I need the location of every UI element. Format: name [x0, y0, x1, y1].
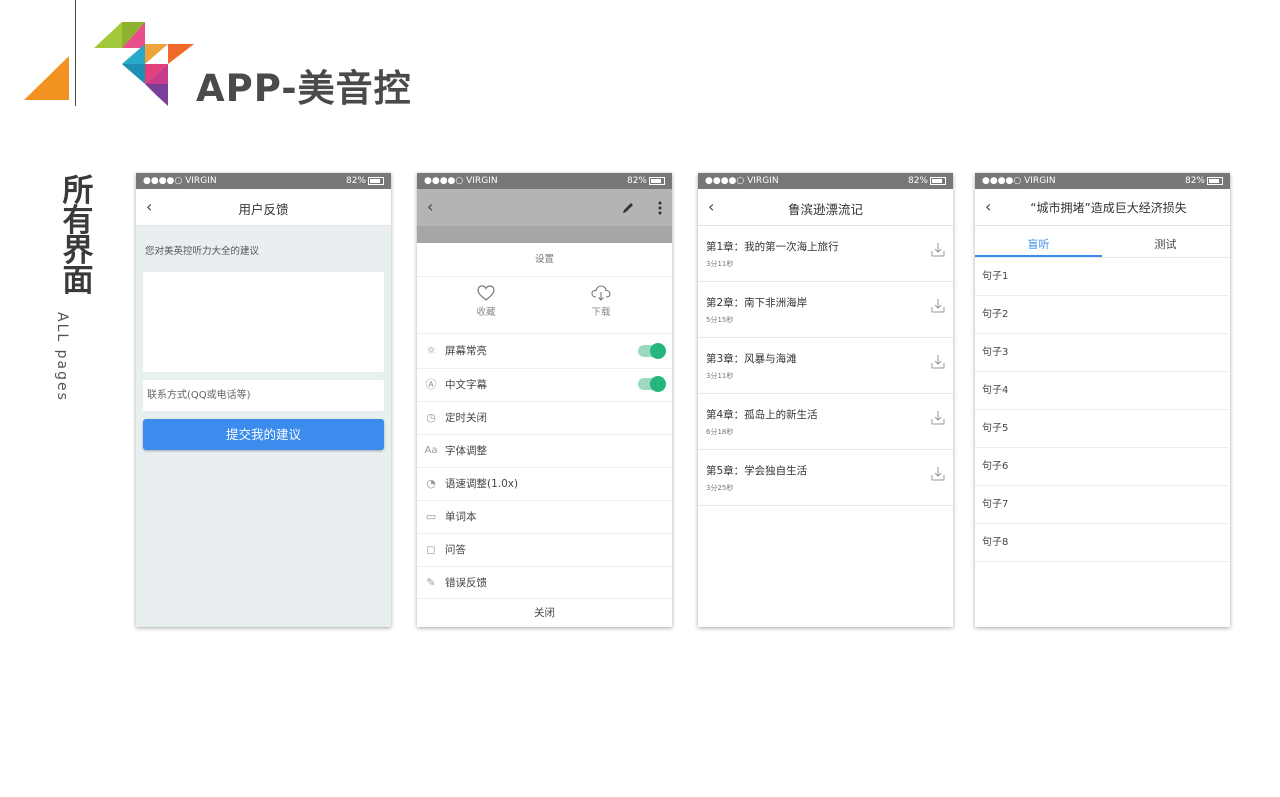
- phone-settings-screen: ●●●●○ VIRGIN 82% ‹ 设置 收藏 下载 ☼ 屏幕常亮 Ⓐ 中文字…: [417, 173, 672, 627]
- logo-icon: [24, 22, 194, 106]
- settings-row-screen-on[interactable]: ☼ 屏幕常亮: [417, 334, 672, 369]
- sentence-list: 句子1 句子2 句子3 句子4 句子5 句子6 句子7 句子8: [975, 258, 1230, 562]
- screen-title: “城市拥堵”造成巨大经济损失: [1030, 201, 1187, 215]
- settings-row-wordbook[interactable]: ▭ 单词本: [417, 501, 672, 534]
- list-item[interactable]: 句子7: [975, 486, 1228, 524]
- favorite-label: 收藏: [476, 307, 496, 318]
- download-button[interactable]: 下载: [561, 285, 641, 318]
- notebook-icon: ▭: [425, 510, 437, 523]
- list-item[interactable]: 句子5: [975, 410, 1228, 448]
- nav-bar: ‹ “城市拥堵”造成巨大经济损失: [975, 189, 1230, 226]
- chapter-item[interactable]: 第3章：风暴与海滩 3分11秒: [698, 338, 953, 394]
- download-label: 下载: [591, 307, 611, 318]
- back-icon[interactable]: ‹: [427, 197, 433, 216]
- chapter-item[interactable]: 第2章：南下非洲海岸 5分15秒: [698, 282, 953, 338]
- download-icon[interactable]: [931, 242, 945, 257]
- report-icon: ✎: [426, 576, 436, 589]
- carrier-label: ●●●●○ VIRGIN: [143, 176, 217, 186]
- screen-on-toggle[interactable]: [638, 343, 666, 359]
- screen-title: 鲁滨逊漂流记: [787, 202, 863, 217]
- list-item[interactable]: 句子8: [975, 524, 1228, 562]
- clock-icon: ◷: [426, 411, 436, 424]
- phone-feedback-screen: ●●●●○ VIRGIN 82% ‹ 用户反馈 您对美英控听力大全的建议 联系方…: [136, 173, 391, 627]
- download-icon[interactable]: [931, 410, 945, 425]
- battery-indicator: 82%: [346, 173, 384, 189]
- chapter-list: 第1章：我的第一次海上旅行 3分11秒 第2章：南下非洲海岸 5分15秒 第3章…: [698, 226, 953, 506]
- submit-button[interactable]: 提交我的建议: [143, 419, 384, 450]
- screen-title: 用户反馈: [238, 202, 289, 217]
- list-item[interactable]: 句子4: [975, 372, 1228, 410]
- tab-bar: 盲听 测试: [975, 226, 1230, 258]
- feedback-prompt: 您对美英控听力大全的建议: [145, 246, 260, 257]
- nav-bar: ‹ 鲁滨逊漂流记: [698, 189, 953, 226]
- section-title: 所有界面: [62, 173, 94, 299]
- settings-row-report[interactable]: ✎ 错误反馈: [417, 567, 672, 599]
- contact-field[interactable]: 联系方式(QQ或电话等): [143, 380, 384, 411]
- sun-icon: ☼: [426, 344, 436, 357]
- phone-sentences-screen: ●●●●○ VIRGIN 82% ‹ “城市拥堵”造成巨大经济损失 盲听 测试 …: [975, 173, 1230, 627]
- settings-actions: 收藏 下载: [417, 277, 672, 334]
- nav-bar: ‹ 用户反馈: [136, 189, 391, 226]
- nav-bar: ‹: [417, 189, 672, 226]
- chapter-item[interactable]: 第4章：孤岛上的新生活 6分18秒: [698, 394, 953, 450]
- settings-row-timer[interactable]: ◷ 定时关闭: [417, 402, 672, 435]
- font-icon: Aa: [424, 445, 438, 456]
- settings-row-font[interactable]: Aa 字体调整: [417, 435, 672, 468]
- heart-icon: [477, 285, 495, 301]
- settings-row-qa[interactable]: ◻ 问答: [417, 534, 672, 567]
- chapter-item[interactable]: 第1章：我的第一次海上旅行 3分11秒: [698, 226, 953, 282]
- settings-row-speed[interactable]: ◔ 语速调整(1.0x): [417, 468, 672, 501]
- close-button[interactable]: 关闭: [417, 600, 672, 627]
- download-icon[interactable]: [931, 354, 945, 369]
- tab-blind-listen[interactable]: 盲听: [975, 236, 1102, 252]
- download-icon[interactable]: [931, 466, 945, 481]
- status-bar: ●●●●○ VIRGIN 82%: [975, 173, 1230, 189]
- section-subtitle: ALL pages: [54, 312, 70, 402]
- status-bar: ●●●●○ VIRGIN 82%: [136, 173, 391, 189]
- tab-test[interactable]: 测试: [1102, 236, 1229, 252]
- phone-chapters-screen: ●●●●○ VIRGIN 82% ‹ 鲁滨逊漂流记 第1章：我的第一次海上旅行 …: [698, 173, 953, 627]
- settings-sheet: 设置 收藏 下载 ☼ 屏幕常亮 Ⓐ 中文字幕 ◷ 定时关闭 Aa 字体调整 ◔ …: [417, 243, 672, 627]
- list-item[interactable]: 句子1: [975, 258, 1228, 296]
- status-bar: ●●●●○ VIRGIN 82%: [698, 173, 953, 189]
- status-bar: ●●●●○ VIRGIN 82%: [417, 173, 672, 189]
- speed-icon: ◔: [426, 477, 436, 490]
- list-item[interactable]: 句子2: [975, 296, 1228, 334]
- feedback-textarea[interactable]: [143, 272, 384, 372]
- page-title: APP-美音控: [196, 67, 412, 110]
- nav-subbar: [417, 226, 672, 243]
- subtitle-toggle[interactable]: [638, 376, 666, 392]
- download-icon[interactable]: [931, 298, 945, 313]
- subtitle-icon: Ⓐ: [425, 378, 437, 391]
- chapter-item[interactable]: 第5章：学会独自生活 3分25秒: [698, 450, 953, 506]
- settings-header: 设置: [417, 243, 672, 277]
- qa-icon: ◻: [426, 543, 436, 556]
- cloud-download-icon: [591, 285, 611, 301]
- settings-row-subtitle[interactable]: Ⓐ 中文字幕: [417, 369, 672, 402]
- edit-icon[interactable]: [621, 201, 635, 215]
- list-item[interactable]: 句子3: [975, 334, 1228, 372]
- favorite-button[interactable]: 收藏: [446, 285, 526, 318]
- active-tab-indicator: [975, 255, 1102, 257]
- list-item[interactable]: 句子6: [975, 448, 1228, 486]
- more-icon[interactable]: [658, 201, 662, 215]
